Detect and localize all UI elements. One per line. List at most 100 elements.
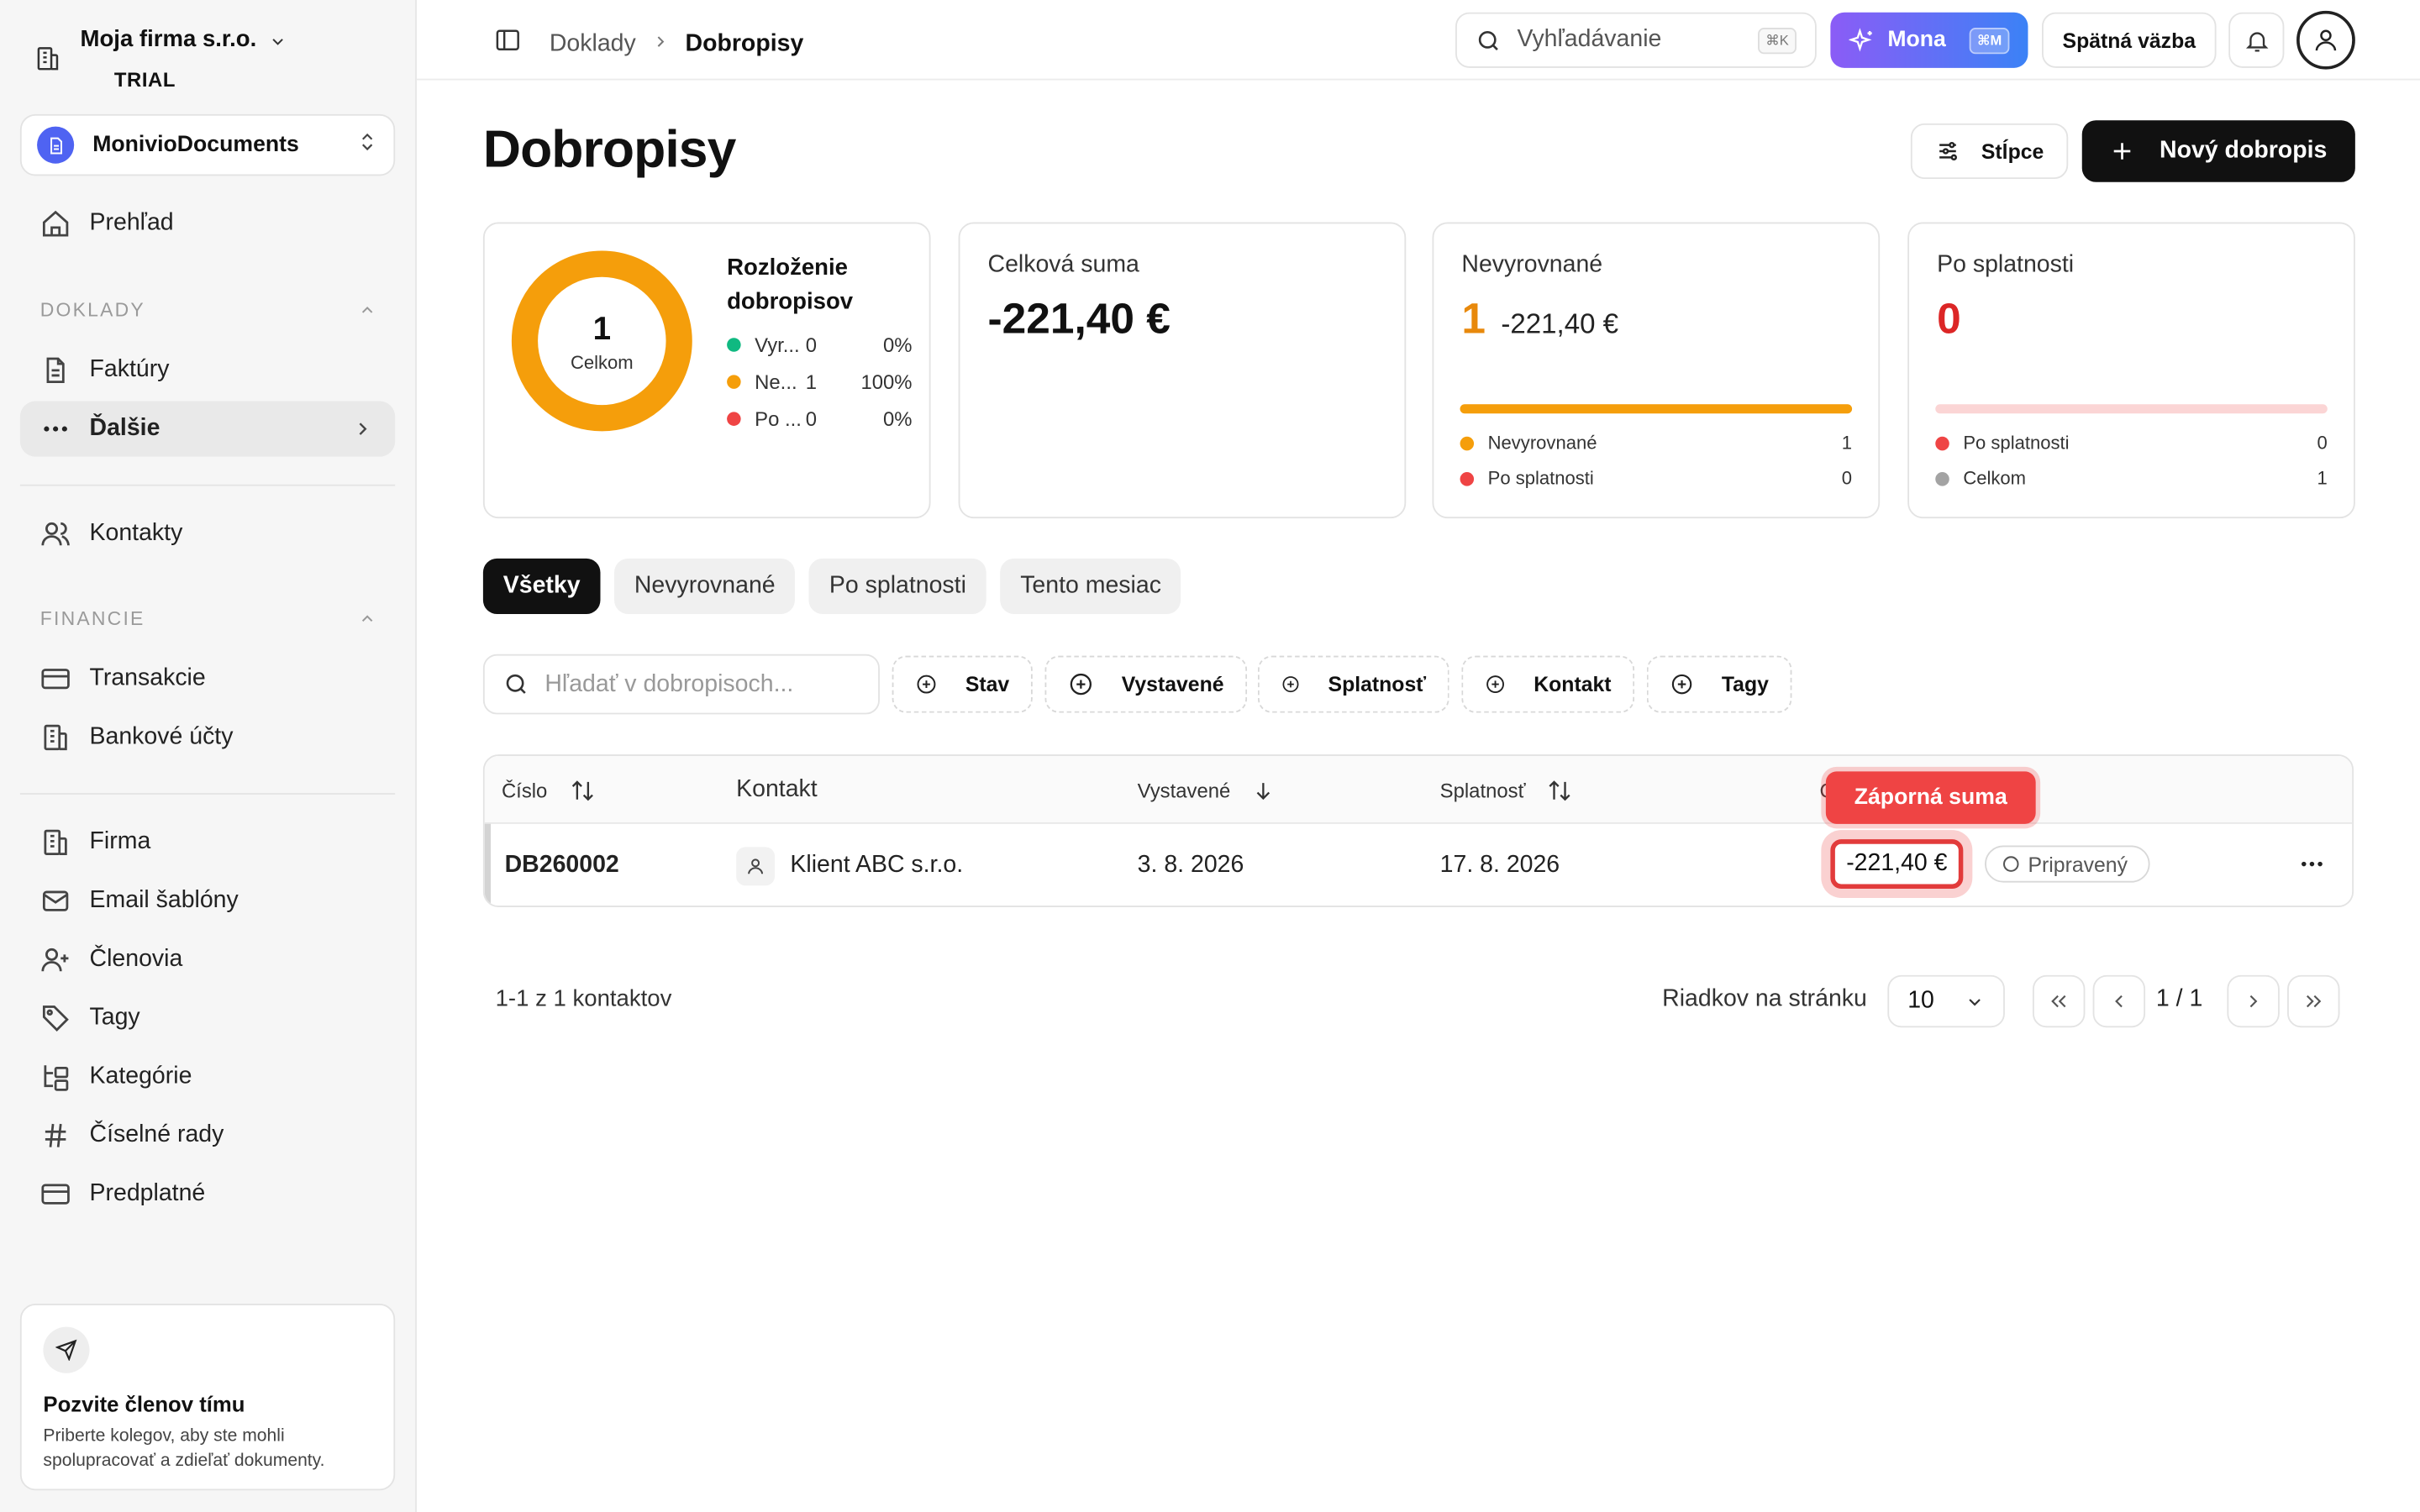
building-icon xyxy=(44,724,67,751)
notifications-button[interactable] xyxy=(2228,12,2285,68)
sidebar-item-number-series[interactable]: Číselné rady xyxy=(20,1108,395,1163)
main-content: Doklady Dobropisy Vyhľadávanie ⌘K Mona ⌘… xyxy=(416,0,2420,1512)
unpaid-amount: -221,40 € xyxy=(1501,308,1619,340)
filter-chip-label: Vystavené xyxy=(1121,672,1224,696)
sidebar-item-company[interactable]: Firma xyxy=(20,815,395,870)
legend-item: Po splatnosti 0 xyxy=(1460,468,1852,489)
distribution-title-line: Rozloženie xyxy=(727,255,848,281)
search-icon xyxy=(1478,30,1498,50)
rows-per-page-label: Riadkov na stránku xyxy=(1662,985,1867,1012)
distribution-row-percent: 100% xyxy=(860,369,913,393)
breadcrumb-parent[interactable]: Doklady xyxy=(550,30,636,58)
tab-overdue[interactable]: Po splatnosti xyxy=(809,558,986,615)
section-label: FINANCIE xyxy=(39,607,145,630)
table-row[interactable]: DB260002 Klient ABC s.r.o. 3. 8. 2026 17… xyxy=(484,823,2352,906)
rows-per-page-value: 10 xyxy=(1907,987,1934,1014)
pagination-summary: 1-1 z 1 kontaktov xyxy=(495,985,672,1012)
new-credit-note-label: Nový dobropis xyxy=(2160,137,2328,164)
app-root: Moja firma s.r.o. TRIAL MonivioDocuments… xyxy=(0,0,2420,1512)
sidebar-item-members[interactable]: Členovia xyxy=(20,932,395,987)
unpaid-progress-fill xyxy=(1460,404,1853,414)
credit-notes-table: Číslo Kontakt Vystavené Splatnosť C xyxy=(482,754,2354,908)
file-text-icon xyxy=(46,357,65,383)
tag-icon xyxy=(42,1005,69,1032)
tab-all[interactable]: Všetky xyxy=(482,558,601,615)
chevrons-left-icon xyxy=(2051,995,2066,1008)
invite-card[interactable]: Pozvite členov tímu Priberte kolegov, ab… xyxy=(19,1304,396,1491)
plus-circle-icon xyxy=(1671,674,1692,695)
sidebar-item-transactions[interactable]: Transakcie xyxy=(20,651,395,706)
new-credit-note-button[interactable]: Nový dobropis xyxy=(2081,120,2355,182)
mona-assistant-button[interactable]: Mona ⌘M xyxy=(1830,12,2028,68)
sidebar-item-bank-accounts[interactable]: Bankové účty xyxy=(20,710,395,765)
topbar: Doklady Dobropisy Vyhľadávanie ⌘K Mona ⌘… xyxy=(416,0,2420,81)
cell-number[interactable]: DB260002 xyxy=(505,824,619,906)
legend-value: 1 xyxy=(1841,432,1853,454)
column-header-issued[interactable]: Vystavené xyxy=(1138,756,1276,824)
overdue-progress-track xyxy=(1935,404,2328,414)
sidebar-item-overview[interactable]: Prehľad xyxy=(20,196,395,251)
cell-contact[interactable]: Klient ABC s.r.o. xyxy=(736,824,963,906)
sidebar-item-tags[interactable]: Tagy xyxy=(20,990,395,1046)
last-page-button[interactable] xyxy=(2287,974,2340,1028)
chevron-right-icon xyxy=(651,30,670,58)
distribution-row-name: Po ... xyxy=(755,406,802,430)
plan-badge: TRIAL xyxy=(113,67,176,92)
table-search-input[interactable]: Hľadať v dobropisoch... xyxy=(482,654,880,715)
filter-chip-issued[interactable]: Vystavené xyxy=(1044,655,1248,713)
page-indicator: 1 / 1 xyxy=(2155,985,2203,1012)
feedback-button[interactable]: Spätná väzba xyxy=(2042,12,2217,68)
filter-chip-due[interactable]: Splatnosť xyxy=(1257,655,1449,713)
unpaid-values: 1 -221,40 € xyxy=(1461,295,1850,344)
column-header-number[interactable]: Číslo xyxy=(502,756,595,824)
status-dot xyxy=(727,374,741,388)
filter-chip-contact[interactable]: Kontakt xyxy=(1461,655,1635,713)
filter-chip-tags[interactable]: Tagy xyxy=(1646,655,1792,713)
section-doklady-header[interactable]: DOKLADY xyxy=(40,299,376,321)
distribution-title: Rozloženie dobropisov xyxy=(727,251,853,319)
column-header-due[interactable]: Splatnosť xyxy=(1440,756,1574,824)
sidebar-item-label: Tagy xyxy=(89,1004,140,1031)
donut-total: 1 xyxy=(593,311,611,347)
tab-unpaid[interactable]: Nevyrovnané xyxy=(613,558,796,615)
row-actions-button[interactable] xyxy=(2293,846,2330,883)
plus-circle-icon xyxy=(1070,673,1092,696)
column-header-label: Vystavené xyxy=(1137,778,1231,802)
unpaid-progress-track xyxy=(1460,404,1853,414)
column-header-label: Kontakt xyxy=(736,775,818,803)
chevrons-right-icon xyxy=(2307,995,2322,1008)
next-page-button[interactable] xyxy=(2227,974,2280,1028)
sidebar-toggle-icon[interactable] xyxy=(494,26,522,61)
global-search[interactable]: Vyhľadávanie ⌘K xyxy=(1455,12,1817,68)
bell-icon xyxy=(2245,31,2268,51)
user-avatar[interactable] xyxy=(2296,10,2355,70)
document-app-icon xyxy=(37,126,75,164)
app-selector[interactable]: MonivioDocuments xyxy=(19,113,396,176)
sidebar-item-label: Ďalšie xyxy=(89,415,160,442)
section-finance-header[interactable]: FINANCIE xyxy=(39,607,376,630)
donut-total-label: Celkom xyxy=(571,352,634,373)
sidebar-item-invoices[interactable]: Faktúry xyxy=(20,343,395,398)
sidebar-item-more[interactable]: Ďalšie xyxy=(19,401,396,457)
sidebar-item-categories[interactable]: Kategórie xyxy=(20,1049,395,1105)
filter-chip-status[interactable]: Stav xyxy=(892,655,1033,713)
distribution-row-count: 1 xyxy=(805,369,818,393)
rows-per-page-select[interactable]: 10 xyxy=(1887,974,2005,1028)
distribution-row-name: Ne... xyxy=(755,369,797,393)
column-header-label: Splatnosť xyxy=(1439,778,1526,802)
chevron-down-icon xyxy=(269,31,287,59)
columns-button[interactable]: Stĺpce xyxy=(1910,123,2069,180)
previous-page-button[interactable] xyxy=(2092,974,2146,1028)
status-dot xyxy=(1935,435,1949,450)
sidebar-item-contacts[interactable]: Kontakty xyxy=(20,506,395,561)
column-header-contact[interactable]: Kontakt xyxy=(736,756,818,824)
sidebar-item-subscription[interactable]: Predplatné xyxy=(20,1167,395,1222)
cell-issued: 3. 8. 2026 xyxy=(1137,851,1244,879)
sidebar-item-email-templates[interactable]: Email šablóny xyxy=(20,874,395,929)
company-switcher[interactable]: Moja firma s.r.o. TRIAL xyxy=(34,22,287,99)
page-title: Dobropisy xyxy=(482,120,736,180)
tab-this-month[interactable]: Tento mesiac xyxy=(1000,558,1181,615)
first-page-button[interactable] xyxy=(2032,974,2086,1028)
distribution-row: Vyr... 0 0% xyxy=(727,328,913,360)
plus-circle-icon xyxy=(1282,676,1299,693)
